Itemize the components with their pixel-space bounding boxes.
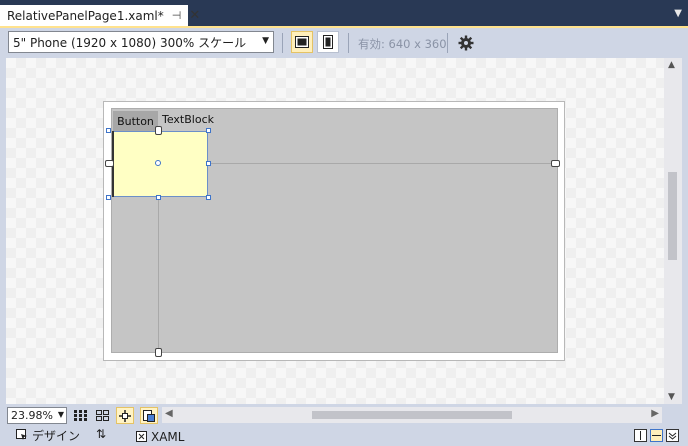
chevron-down-icon: ▼ xyxy=(262,36,269,46)
textblock-element[interactable]: TextBlock xyxy=(162,113,214,126)
pin-icon[interactable]: ⊣ xyxy=(172,9,182,22)
document-tab[interactable]: RelativePanelPage1.xaml* ⊣ ✕ xyxy=(0,5,200,26)
device-select-value: 5" Phone (1920 x 1080) 300% スケール xyxy=(13,35,247,50)
xaml-icon xyxy=(136,431,147,442)
alignment-guide-horizontal xyxy=(208,163,556,164)
anchor-top-icon[interactable] xyxy=(155,126,162,135)
scroll-down-icon[interactable]: ▼ xyxy=(668,392,675,402)
snap-lines-icon xyxy=(119,409,131,422)
resize-handle-top-right[interactable] xyxy=(206,128,211,133)
scroll-left-icon[interactable]: ◀ xyxy=(165,408,173,419)
resize-handle-bottom-center[interactable] xyxy=(156,195,161,200)
window-right-edge xyxy=(682,58,688,404)
vertical-scroll-thumb[interactable] xyxy=(668,172,677,260)
effective-resolution-label: 有効: 640 x 360 xyxy=(358,37,447,51)
button-element[interactable]: Button xyxy=(113,111,158,131)
resize-handle-middle-right[interactable] xyxy=(206,161,211,166)
horizontal-split-button[interactable] xyxy=(650,429,663,442)
anchor-bottom-icon[interactable] xyxy=(155,348,162,357)
landscape-icon xyxy=(295,36,309,48)
document-tab-title: RelativePanelPage1.xaml* xyxy=(7,8,164,23)
tab-xaml[interactable]: XAML xyxy=(136,428,184,445)
horizontal-scrollbar[interactable]: ◀ ▶ xyxy=(162,407,662,423)
horizontal-split-icon xyxy=(652,435,661,436)
render-effects-button[interactable] xyxy=(140,407,158,424)
swap-panes-icon[interactable]: ⇅ xyxy=(96,427,106,441)
grid-icon xyxy=(74,409,87,421)
close-icon[interactable]: ✕ xyxy=(189,8,200,23)
tab-dropdown-icon[interactable]: ▼ xyxy=(674,8,682,19)
gear-icon xyxy=(458,35,474,51)
zoom-value: 23.98% xyxy=(11,409,53,422)
anchor-right-icon[interactable] xyxy=(551,160,560,167)
vertical-scrollbar[interactable]: ▲ ▼ xyxy=(664,58,682,404)
tab-design[interactable]: デザイン xyxy=(16,426,80,444)
selection-center-point[interactable] xyxy=(155,160,161,166)
snap-to-grid-button[interactable] xyxy=(94,407,112,424)
show-grid-button[interactable] xyxy=(72,407,90,424)
collapse-pane-button[interactable] xyxy=(666,429,679,442)
portrait-orientation-button[interactable] xyxy=(317,31,339,53)
portrait-icon xyxy=(323,35,333,49)
resize-handle-top-left[interactable] xyxy=(106,128,111,133)
toolbar-separator xyxy=(348,33,349,53)
vertical-split-icon xyxy=(640,431,641,440)
zoom-select[interactable]: 23.98% ▼ xyxy=(7,407,67,424)
effects-icon xyxy=(143,409,155,422)
resize-handle-bottom-left[interactable] xyxy=(106,195,111,200)
alignment-guide-vertical xyxy=(158,197,159,349)
chevron-down-icon: ▼ xyxy=(57,410,64,419)
tab-xaml-label: XAML xyxy=(151,429,185,444)
device-select[interactable]: 5" Phone (1920 x 1080) 300% スケール ▼ xyxy=(8,31,274,53)
snap-to-lines-button[interactable] xyxy=(116,407,134,424)
anchor-left-icon[interactable] xyxy=(105,160,114,167)
toolbar-separator xyxy=(282,33,283,53)
resize-handle-bottom-right[interactable] xyxy=(206,195,211,200)
design-view-icon xyxy=(16,429,27,440)
landscape-orientation-button[interactable] xyxy=(291,31,313,53)
designer-toolbar: 5" Phone (1920 x 1080) 300% スケール ▼ 有効: 6… xyxy=(0,28,688,58)
scroll-up-icon[interactable]: ▲ xyxy=(668,60,675,70)
device-settings-button[interactable] xyxy=(456,33,476,53)
vertical-split-button[interactable] xyxy=(634,429,647,442)
toolbar-separator xyxy=(447,33,448,53)
horizontal-scroll-thumb[interactable] xyxy=(312,411,512,419)
snap-grid-icon xyxy=(96,409,109,421)
collapse-pane-icon xyxy=(668,432,677,440)
tab-design-label: デザイン xyxy=(32,428,81,443)
scroll-right-icon[interactable]: ▶ xyxy=(651,408,659,419)
